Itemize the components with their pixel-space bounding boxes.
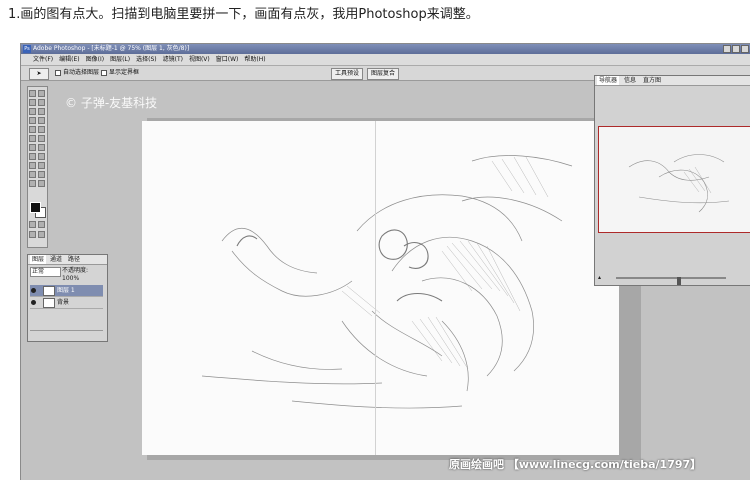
navigator-thumbnail [628, 154, 730, 213]
window-title: Adobe Photoshop - [未标题-1 @ 75% (图层 1, 灰色… [33, 45, 190, 52]
blur-tool-icon[interactable] [29, 144, 36, 151]
brush-tool-icon[interactable] [38, 117, 45, 124]
tab-layers[interactable]: 图层 [30, 255, 47, 264]
photoshop-window: Ps Adobe Photoshop - [未标题-1 @ 75% (图层 1,… [20, 43, 750, 480]
layer-thumbnail [43, 298, 55, 308]
dodge-tool-icon[interactable] [38, 144, 45, 151]
watermark-top: © 子弹-友基科技 [65, 96, 158, 110]
eyedropper-tool-icon[interactable] [38, 171, 45, 178]
page-caption: 1.画的图有点大。扫描到电脑里要拼一下，画面有点灰，我用Photoshop来调整… [8, 7, 479, 22]
layers-panel-tabs: 图层 通道 路径 [28, 255, 107, 265]
maximize-button[interactable] [732, 45, 740, 53]
show-bounds-label: 显示定界框 [109, 69, 140, 76]
zoom-slider[interactable] [616, 277, 726, 285]
menu-layer[interactable]: 图层(L) [110, 54, 130, 65]
layer-thumbnail [43, 286, 55, 296]
tab-info[interactable]: 信息 [622, 76, 638, 85]
screen-mode-icon[interactable] [29, 231, 36, 238]
layer-row[interactable]: 图层 1 [30, 285, 103, 297]
navigator-preview[interactable] [598, 126, 750, 233]
opacity-value[interactable]: 100% [62, 275, 79, 282]
navigator-zoom: ▴ [598, 274, 749, 285]
full-screen-icon[interactable] [38, 231, 45, 238]
eye-icon[interactable] [31, 300, 36, 305]
document-canvas[interactable] [142, 121, 619, 455]
close-button[interactable] [741, 45, 749, 53]
crop-tool-icon[interactable] [29, 108, 36, 115]
menu-file[interactable]: 文件(F) [33, 54, 53, 65]
window-controls [723, 45, 749, 53]
gradient-tool-icon[interactable] [38, 135, 45, 142]
menu-filter[interactable]: 滤镜(T) [163, 54, 183, 65]
zoom-out-icon[interactable]: ▴ [598, 274, 601, 281]
opacity-control[interactable]: 不透明度: 100% [62, 267, 107, 283]
auto-select-label: 自动选择图层 [63, 69, 100, 76]
layer-name: 背景 [57, 299, 70, 306]
menu-select[interactable]: 选择(S) [136, 54, 157, 65]
blend-mode-select[interactable]: 正常 [30, 267, 61, 277]
magic-wand-tool-icon[interactable] [38, 99, 45, 106]
navigator-panel-tabs: 导航器 信息 直方图 [595, 76, 750, 86]
path-select-icon[interactable] [29, 153, 36, 160]
marquee-tool-icon[interactable] [29, 90, 36, 97]
menu-image[interactable]: 图像(I) [86, 54, 104, 65]
standard-mode-icon[interactable] [29, 221, 36, 228]
menu-help[interactable]: 帮助(H) [244, 54, 265, 65]
zoom-slider-thumb[interactable] [677, 277, 682, 285]
foreground-color-swatch[interactable] [30, 202, 41, 213]
layer-name: 图层 1 [57, 287, 75, 294]
move-tool-icon[interactable] [38, 90, 45, 97]
opacity-label: 不透明度: [62, 267, 89, 274]
title-bar: Ps Adobe Photoshop - [未标题-1 @ 75% (图层 1,… [21, 44, 750, 54]
show-bounds-checkbox[interactable] [101, 70, 107, 76]
auto-select-checkbox[interactable] [55, 70, 61, 76]
scan-seam [375, 121, 376, 455]
notes-tool-icon[interactable] [29, 171, 36, 178]
slice-tool-icon[interactable] [38, 108, 45, 115]
minimize-button[interactable] [723, 45, 731, 53]
tab-paths[interactable]: 路径 [66, 255, 82, 264]
layers-panel-footer [30, 330, 103, 339]
clone-stamp-icon[interactable] [29, 126, 36, 133]
toolbox [27, 86, 48, 248]
photoshop-app-icon: Ps [23, 45, 31, 53]
navigator-panel: 导航器 信息 直方图 ▴ [594, 75, 750, 286]
tab-histogram[interactable]: 直方图 [641, 76, 663, 85]
bottom-watermark: 原画绘画吧 【www.linecg.com/tieba/1797】 [449, 458, 702, 471]
pencil-sketch-mermaid [201, 155, 573, 409]
move-arrow-icon: ➤ [36, 70, 42, 77]
hand-tool-icon[interactable] [29, 180, 36, 187]
eraser-tool-icon[interactable] [29, 135, 36, 142]
menu-view[interactable]: 视图(V) [189, 54, 210, 65]
type-tool-icon[interactable] [38, 153, 45, 160]
healing-brush-icon[interactable] [29, 117, 36, 124]
menu-edit[interactable]: 编辑(E) [59, 54, 79, 65]
zoom-tool-icon[interactable] [38, 180, 45, 187]
move-tool-preset[interactable]: ➤ [29, 68, 49, 80]
eye-icon[interactable] [31, 288, 36, 293]
tab-layer-comps[interactable]: 图层复合 [367, 68, 400, 80]
menu-bar: 文件(F) 编辑(E) 图像(I) 图层(L) 选择(S) 滤镜(T) 视图(V… [21, 54, 750, 66]
tab-navigator[interactable]: 导航器 [597, 76, 620, 85]
pen-tool-icon[interactable] [29, 162, 36, 169]
tab-tool-presets[interactable]: 工具预设 [331, 68, 364, 80]
history-brush-icon[interactable] [38, 126, 45, 133]
layers-panel: 图层 通道 路径 正常 不透明度: 100% 图层 1 背景 [27, 254, 108, 342]
quick-mask-icon[interactable] [38, 221, 45, 228]
lasso-tool-icon[interactable] [29, 99, 36, 106]
layer-row[interactable]: 背景 [30, 297, 103, 309]
shape-tool-icon[interactable] [38, 162, 45, 169]
tab-channels[interactable]: 通道 [48, 255, 64, 264]
menu-window[interactable]: 窗口(W) [216, 54, 239, 65]
